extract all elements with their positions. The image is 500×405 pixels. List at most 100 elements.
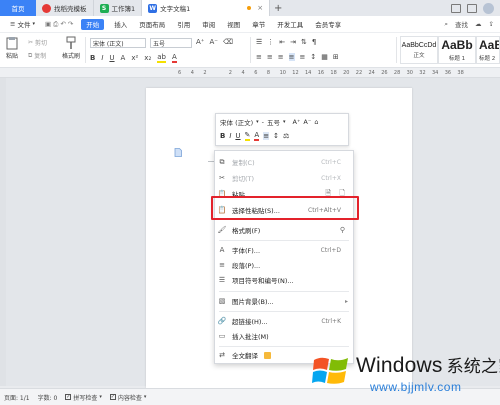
show-marks-icon[interactable]: ¶ (312, 38, 316, 46)
menu-file[interactable]: ≡ 文件 ▾ (4, 16, 41, 33)
shading-icon[interactable]: ▦ (321, 53, 328, 61)
font-color-icon[interactable]: A (171, 53, 177, 63)
print-icon[interactable]: ⎙ (53, 20, 58, 29)
tab-home[interactable]: 首页 (0, 0, 36, 16)
minibar-font-select[interactable]: 宋体 (正文) (220, 117, 253, 127)
layout-icon[interactable] (467, 3, 477, 13)
tab-workbook[interactable]: S 工作簿1 (94, 0, 143, 16)
menu-vip[interactable]: 会员专享 (309, 16, 347, 33)
new-tab-button[interactable]: + (270, 0, 286, 16)
shrink-font-icon[interactable]: A⁻ (209, 38, 217, 46)
shrink-font-icon[interactable]: A⁻ (303, 118, 311, 126)
align-left-icon[interactable]: ≡ (256, 53, 262, 61)
subscript-icon[interactable]: x₂ (144, 54, 151, 62)
align-right-icon[interactable]: ≡ (278, 53, 284, 61)
bold-icon[interactable]: B (220, 132, 225, 140)
ctx-insert-comment[interactable]: ▭ 插入批注(M) (215, 329, 353, 343)
style-sample: AaBb (479, 38, 499, 52)
ctx-image-background[interactable]: ▧ 图片背景(B)... ▸ (215, 294, 353, 308)
justify-icon[interactable]: ≡ (288, 53, 295, 61)
search-label[interactable]: 查找 (455, 19, 468, 29)
share-icon[interactable]: ⇪ (489, 20, 494, 28)
highlight-icon[interactable]: ✎ (244, 131, 251, 141)
menu-view[interactable]: 视图 (221, 16, 246, 33)
window-icon[interactable] (451, 3, 461, 13)
paste-group[interactable]: 粘贴 (5, 36, 19, 60)
numbering-icon[interactable]: ⋮ (267, 38, 274, 46)
redo-icon[interactable]: ↷ (68, 20, 73, 28)
comment-icon: ▭ (218, 332, 226, 340)
ctx-cut[interactable]: ✂ 剪切(T) Ctrl+X (215, 171, 353, 185)
sort-icon[interactable]: ⇅ (301, 38, 307, 46)
ctx-bullets[interactable]: ☰ 项目符号和编号(N)... (215, 273, 353, 287)
format-painter-quick-icon[interactable]: ⚲ (340, 226, 345, 234)
content-check-toggle[interactable]: ✓ 内容检查 ▾ (109, 393, 146, 402)
underline-icon[interactable]: U (109, 54, 114, 62)
grow-font-icon[interactable]: A⁺ (196, 38, 204, 46)
bullets-icon[interactable]: ☰ (256, 38, 262, 46)
minibar-size-select[interactable]: 五号 (267, 117, 280, 127)
style-heading-1[interactable]: AaBb 标题 1 (438, 36, 476, 64)
avatar[interactable] (483, 2, 494, 14)
font-size-select[interactable]: 五号 (150, 38, 192, 48)
menu-insert[interactable]: 插入 (108, 16, 133, 33)
bold-icon[interactable]: B (90, 54, 95, 62)
underline-icon[interactable]: U (235, 132, 240, 140)
menu-reference[interactable]: 引用 (171, 16, 196, 33)
cut-button[interactable]: ✂ 剪切 (28, 38, 47, 47)
menu-devtools[interactable]: 开发工具 (271, 16, 309, 33)
chevron-down-icon[interactable]: ▾ (283, 119, 286, 125)
tab-document[interactable]: W 文字文稿1 × (142, 0, 271, 16)
font-family-select[interactable]: 宋体 (正文) (90, 38, 146, 48)
strikethrough-icon[interactable]: A (121, 54, 126, 62)
tab-label: 文字文稿1 (160, 5, 191, 13)
italic-icon[interactable]: I (101, 54, 103, 62)
ctx-format-painter[interactable]: 🖌 格式刷(F) ⚲ (215, 223, 353, 237)
line-spacing-icon[interactable]: ↕ (310, 53, 316, 61)
style-icon[interactable]: ⚖ (283, 132, 289, 140)
undo-icon[interactable]: ↶ (60, 20, 65, 28)
copy-icon: ⧉ (219, 157, 225, 166)
menu-separator (219, 240, 349, 241)
menu-section[interactable]: 章节 (246, 16, 271, 33)
ctx-hyperlink[interactable]: 🔗 超链接(H)... Ctrl+K (215, 314, 353, 328)
divider (396, 37, 397, 63)
align-center-icon[interactable]: ≡ (267, 53, 273, 61)
word-count[interactable]: 字数: 0 (38, 393, 58, 402)
search-icon[interactable]: ⌕ (444, 20, 448, 29)
indent-icon[interactable]: ⇥ (290, 38, 296, 46)
copy-button[interactable]: ⧉ 复制 (28, 51, 46, 61)
chevron-down-icon[interactable]: ▾ (256, 119, 259, 125)
close-icon[interactable]: × (257, 4, 263, 12)
superscript-icon[interactable]: x² (131, 54, 138, 62)
italic-icon[interactable]: I (229, 132, 231, 140)
outdent-icon[interactable]: ⇤ (279, 38, 285, 46)
ctx-paragraph[interactable]: ≡ 段落(P)... (215, 258, 353, 272)
menu-start[interactable]: 开始 (81, 18, 105, 30)
ctx-copy[interactable]: ⧉ 复制(C) Ctrl+C (215, 155, 353, 169)
align-icon[interactable]: ≡ (263, 132, 270, 140)
paragraph-marker-icon[interactable] (174, 148, 182, 157)
format-painter-group[interactable]: 格式刷 (62, 36, 80, 60)
menu-layout[interactable]: 页面布局 (133, 16, 171, 33)
spellcheck-toggle[interactable]: ✓ 拼写检查 ▾ (65, 393, 102, 402)
font-color-icon[interactable]: A (254, 131, 260, 141)
ctx-font[interactable]: A 字体(F)... Ctrl+D (215, 243, 353, 257)
ctx-label: 段落(P)... (232, 262, 261, 270)
highlight-annotation (211, 196, 359, 220)
format-painter-icon[interactable]: ⌂ (314, 118, 318, 126)
style-heading-2[interactable]: AaBb 标题 2 (476, 36, 500, 64)
tab-template[interactable]: 找稻壳模板 (36, 0, 94, 16)
highlight-icon[interactable]: ab (157, 53, 166, 63)
ctx-shortcut: Ctrl+K (321, 317, 341, 325)
cloud-icon[interactable]: ☁ (475, 20, 482, 28)
line-spacing-icon[interactable]: ↕ (273, 132, 279, 140)
style-normal[interactable]: AaBbCcDd 正文 (400, 36, 438, 64)
grow-font-icon[interactable]: A⁺ (293, 118, 301, 126)
menu-review[interactable]: 审阅 (196, 16, 221, 33)
save-icon[interactable]: ▣ (45, 20, 51, 28)
distributed-icon[interactable]: ≡ (300, 53, 306, 61)
clear-format-icon[interactable]: ⌫ (223, 38, 233, 46)
border-icon[interactable]: ⊞ (333, 53, 339, 61)
style-label: 标题 1 (448, 56, 466, 62)
